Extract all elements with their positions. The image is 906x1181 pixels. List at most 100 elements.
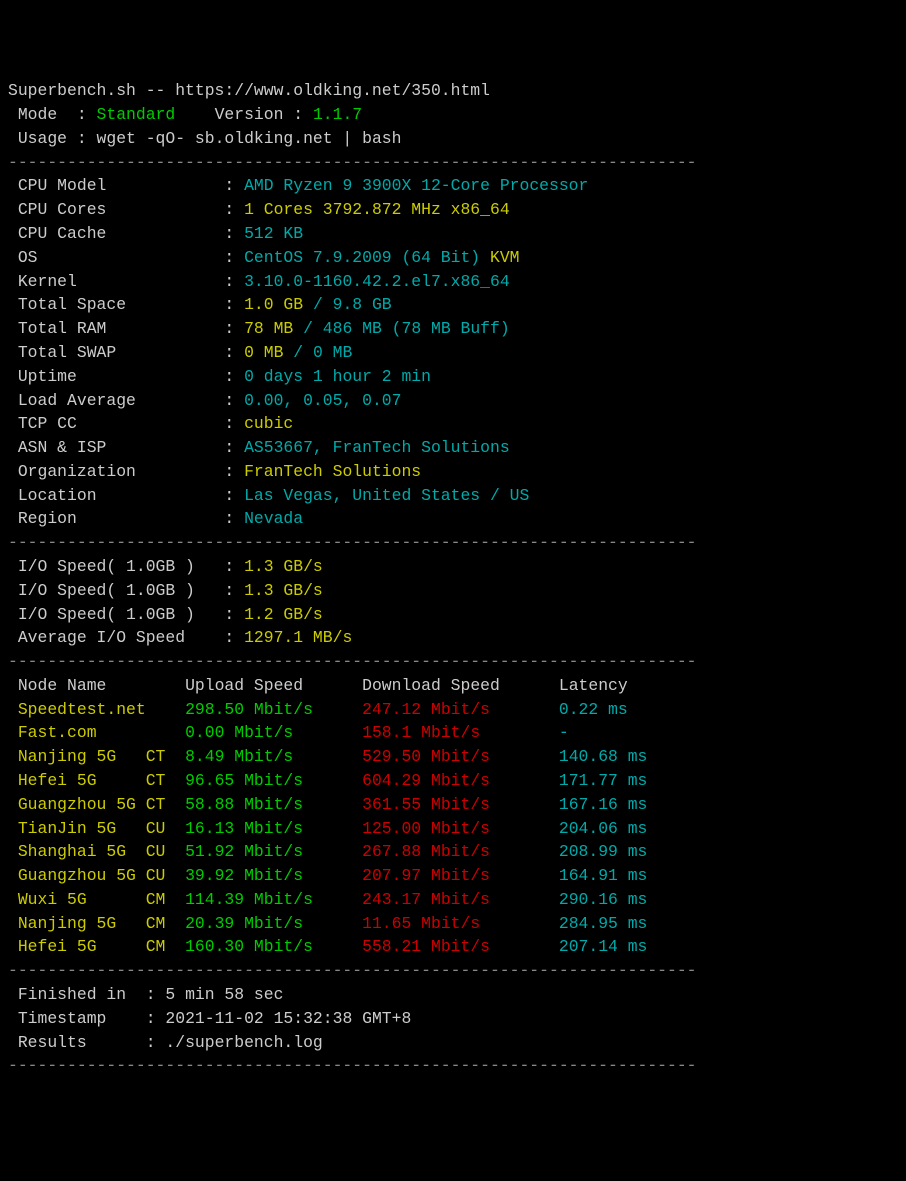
ram-total: 486 MB <box>313 319 392 338</box>
node-name: Speedtest.net <box>8 700 185 719</box>
speed-row-4: Guangzhou 5G CT 58.88 Mbit/s 361.55 Mbit… <box>8 793 898 817</box>
row-kernel: Kernel : 3.10.0-1160.42.2.el7.x86_64 <box>8 270 898 294</box>
load-label: Load Average : <box>8 391 244 410</box>
row-space: Total Space : 1.0 GB / 9.8 GB <box>8 293 898 317</box>
col-up: Upload Speed <box>185 676 362 695</box>
speed-row-7: Guangzhou 5G CU 39.92 Mbit/s 207.97 Mbit… <box>8 864 898 888</box>
upload-speed: 51.92 Mbit/s <box>185 842 362 861</box>
results-value: ./superbench.log <box>165 1033 322 1052</box>
upload-speed: 160.30 Mbit/s <box>185 937 362 956</box>
row-io2: I/O Speed( 1.0GB ) : 1.3 GB/s <box>8 579 898 603</box>
node-name: Hefei 5G CT <box>8 771 185 790</box>
io1-value: 1.3 GB/s <box>244 557 323 576</box>
row-cpu-model: CPU Model : AMD Ryzen 9 3900X 12-Core Pr… <box>8 174 898 198</box>
divider-row: ----------------------------------------… <box>8 151 898 175</box>
latency: 284.95 ms <box>559 914 648 933</box>
latency: 204.06 ms <box>559 819 648 838</box>
org-value: FranTech Solutions <box>244 462 421 481</box>
node-name: TianJin 5G CU <box>8 819 185 838</box>
upload-speed: 20.39 Mbit/s <box>185 914 362 933</box>
timestamp-value: 2021-11-02 15:32:38 GMT+8 <box>165 1009 411 1028</box>
divider: ----------------------------------------… <box>8 153 697 172</box>
ioavg-label: Average I/O Speed : <box>8 628 244 647</box>
speed-row-8: Wuxi 5G CM 114.39 Mbit/s 243.17 Mbit/s 2… <box>8 888 898 912</box>
latency: 164.91 ms <box>559 866 648 885</box>
node-name: Nanjing 5G CT <box>8 747 185 766</box>
download-speed: 529.50 Mbit/s <box>362 747 559 766</box>
row-results: Results : ./superbench.log <box>8 1031 898 1055</box>
node-name: Hefei 5G CM <box>8 937 185 956</box>
divider: ----------------------------------------… <box>8 961 697 980</box>
row-io1: I/O Speed( 1.0GB ) : 1.3 GB/s <box>8 555 898 579</box>
speed-row-10: Hefei 5G CM 160.30 Mbit/s 558.21 Mbit/s … <box>8 935 898 959</box>
latency: 208.99 ms <box>559 842 648 861</box>
ram-sep: / <box>303 319 313 338</box>
cpu-cache-label: CPU Cache : <box>8 224 244 243</box>
divider-row: ----------------------------------------… <box>8 1054 898 1078</box>
latency: 290.16 ms <box>559 890 648 909</box>
kernel-label: Kernel : <box>8 272 244 291</box>
row-io3: I/O Speed( 1.0GB ) : 1.2 GB/s <box>8 603 898 627</box>
row-finished: Finished in : 5 min 58 sec <box>8 983 898 1007</box>
node-name: Fast.com <box>8 723 185 742</box>
row-cpu-cache: CPU Cache : 512 KB <box>8 222 898 246</box>
terminal-output: Superbench.sh -- https://www.oldking.net… <box>8 79 898 1078</box>
download-speed: 361.55 Mbit/s <box>362 795 559 814</box>
speed-row-0: Speedtest.net 298.50 Mbit/s 247.12 Mbit/… <box>8 698 898 722</box>
row-loc: Location : Las Vegas, United States / US <box>8 484 898 508</box>
row-os: OS : CentOS 7.9.2009 (64 Bit) KVM <box>8 246 898 270</box>
tcp-label: TCP CC : <box>8 414 244 433</box>
node-name: Shanghai 5G CU <box>8 842 185 861</box>
col-lat: Latency <box>559 676 628 695</box>
swap-used: 0 MB <box>244 343 293 362</box>
speed-row-5: TianJin 5G CU 16.13 Mbit/s 125.00 Mbit/s… <box>8 817 898 841</box>
divider-row: ----------------------------------------… <box>8 531 898 555</box>
upload-speed: 298.50 Mbit/s <box>185 700 362 719</box>
version-label: Version : <box>175 105 313 124</box>
swap-sep: / <box>293 343 303 362</box>
results-label: Results : <box>8 1033 165 1052</box>
row-uptime: Uptime : 0 days 1 hour 2 min <box>8 365 898 389</box>
uptime-label: Uptime : <box>8 367 244 386</box>
timestamp-label: Timestamp : <box>8 1009 165 1028</box>
ram-label: Total RAM : <box>8 319 244 338</box>
region-value: Nevada <box>244 509 303 528</box>
upload-speed: 39.92 Mbit/s <box>185 866 362 885</box>
speed-row-2: Nanjing 5G CT 8.49 Mbit/s 529.50 Mbit/s … <box>8 745 898 769</box>
header-usage: Usage : wget -qO- sb.oldking.net | bash <box>8 127 898 151</box>
row-swap: Total SWAP : 0 MB / 0 MB <box>8 341 898 365</box>
loc-value: Las Vegas, United States / US <box>244 486 529 505</box>
kernel-value: 3.10.0-1160.42.2.el7.x86_64 <box>244 272 510 291</box>
cpu-model-label: CPU Model : <box>8 176 244 195</box>
uptime-value: 0 days 1 hour 2 min <box>244 367 431 386</box>
node-name: Nanjing 5G CM <box>8 914 185 933</box>
row-region: Region : Nevada <box>8 507 898 531</box>
usage-value: wget -qO- sb.oldking.net | bash <box>97 129 402 148</box>
upload-speed: 96.65 Mbit/s <box>185 771 362 790</box>
download-speed: 11.65 Mbit/s <box>362 914 559 933</box>
finished-value: 5 min 58 sec <box>165 985 283 1004</box>
divider: ----------------------------------------… <box>8 652 697 671</box>
divider-row: ----------------------------------------… <box>8 650 898 674</box>
io3-value: 1.2 GB/s <box>244 605 323 624</box>
swap-label: Total SWAP : <box>8 343 244 362</box>
swap-total: 0 MB <box>303 343 352 362</box>
download-speed: 243.17 Mbit/s <box>362 890 559 909</box>
space-label: Total Space : <box>8 295 244 314</box>
download-speed: 158.1 Mbit/s <box>362 723 559 742</box>
loc-label: Location : <box>8 486 244 505</box>
download-speed: 207.97 Mbit/s <box>362 866 559 885</box>
header-title: Superbench.sh -- https://www.oldking.net… <box>8 79 898 103</box>
ram-used: 78 MB <box>244 319 303 338</box>
io2-label: I/O Speed( 1.0GB ) : <box>8 581 244 600</box>
node-name: Wuxi 5G CM <box>8 890 185 909</box>
version-value: 1.1.7 <box>313 105 362 124</box>
asn-label: ASN & ISP : <box>8 438 244 457</box>
row-cpu-cores: CPU Cores : 1 Cores 3792.872 MHz x86_64 <box>8 198 898 222</box>
divider: ----------------------------------------… <box>8 533 697 552</box>
cpu-model-value: AMD Ryzen 9 3900X 12-Core Processor <box>244 176 588 195</box>
ioavg-value: 1297.1 MB/s <box>244 628 352 647</box>
upload-speed: 16.13 Mbit/s <box>185 819 362 838</box>
speed-row-6: Shanghai 5G CU 51.92 Mbit/s 267.88 Mbit/… <box>8 840 898 864</box>
upload-speed: 8.49 Mbit/s <box>185 747 362 766</box>
